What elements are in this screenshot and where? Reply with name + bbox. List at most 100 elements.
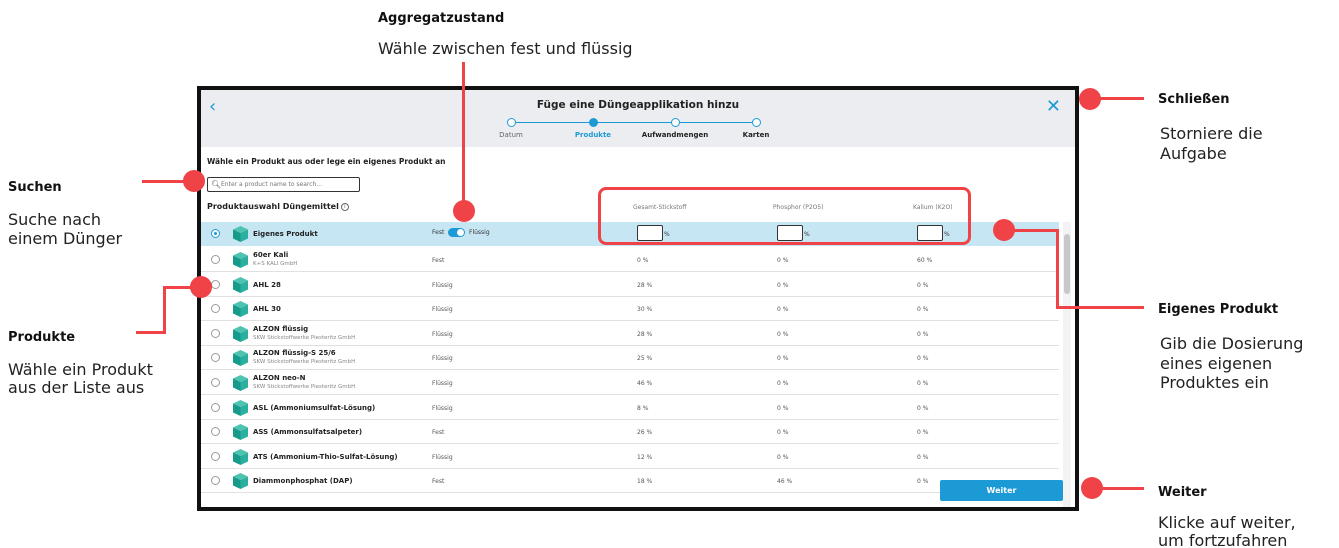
product-manufacturer: K+S KALI GmbH <box>253 261 298 267</box>
annotation-eigenes-produkt-desc-1: Gib die Dosierung <box>1160 334 1304 353</box>
annotation-marker <box>190 276 212 298</box>
product-radio[interactable] <box>211 378 220 387</box>
scrollbar-thumb[interactable] <box>1064 234 1070 294</box>
product-radio[interactable] <box>211 427 220 437</box>
product-name: ALZON flüssig <box>253 324 309 333</box>
close-icon[interactable]: ✕ <box>1046 96 1061 117</box>
product-manufacturer: SKW Stickstoffwerke Piesteritz GmbH <box>253 359 356 366</box>
annotation-line <box>1102 487 1144 490</box>
step-dot-aufwandmengen <box>671 118 680 127</box>
product-row[interactable]: AHL 28 Flüssig 28 % 0 % 0 % <box>201 273 1059 297</box>
product-radio[interactable] <box>211 353 220 363</box>
product-row[interactable]: AHL 30 Flüssig 30 % 0 % 0 % <box>201 297 1059 322</box>
product-package-icon <box>233 301 248 318</box>
product-radio[interactable] <box>211 304 220 314</box>
annotation-marker <box>993 219 1015 241</box>
weiter-button[interactable]: Weiter <box>940 480 1063 501</box>
product-phosphorus: 0 % <box>777 330 789 338</box>
product-potassium: 0 % <box>917 355 929 363</box>
search-icon: 🔍︎ <box>211 180 222 189</box>
info-icon[interactable]: i <box>340 203 349 211</box>
product-row[interactable]: ASS (Ammonsulfatsalpeter) Fest 26 % 0 % 0 % <box>201 420 1059 445</box>
product-name: 60er Kali <box>253 251 289 259</box>
product-package-icon <box>233 276 248 293</box>
product-nitrogen: 28 % <box>637 281 653 289</box>
product-potassium: 0 % <box>917 478 929 486</box>
step-label-datum[interactable]: Datum <box>471 131 551 139</box>
product-nitrogen: 25 % <box>637 355 653 363</box>
search-input[interactable] <box>221 179 357 190</box>
product-radio[interactable] <box>211 476 220 486</box>
product-potassium: 0 % <box>917 380 929 387</box>
product-row[interactable]: ALZON flüssig-S 25/6 SKW Stickstoffwerke … <box>201 346 1059 371</box>
own-product-radio[interactable] <box>211 229 220 238</box>
product-name: AHL 28 <box>253 280 281 289</box>
toggle-switch[interactable] <box>448 228 465 237</box>
step-dot-produkte <box>589 118 598 127</box>
product-manufacturer: SKW Stickstoffwerke Piesteritz GmbH <box>253 334 356 341</box>
product-row[interactable]: ALZON neo-N SKW Stickstoffwerke Piesterit… <box>201 371 1059 395</box>
product-phosphorus: 0 % <box>777 404 789 412</box>
annotation-line <box>1100 97 1144 100</box>
wizard-stepper: Datum Produkte Aufwandmengen Karten <box>495 115 775 143</box>
stepper-line <box>511 122 757 123</box>
toggle-label-fluessig: Flüssig <box>469 229 490 236</box>
product-radio[interactable] <box>211 402 220 412</box>
product-row[interactable]: 60er Kali K+S KALI GmbH Fest 0 % 0 % 60 % <box>201 248 1059 272</box>
annotation-line <box>1056 229 1059 309</box>
product-package-icon <box>233 226 248 242</box>
annotation-produkte-title: Produkte <box>8 330 76 345</box>
product-state: Flüssig <box>432 404 453 412</box>
product-row[interactable]: ALZON flüssig SKW Stickstoffwerke Piester… <box>201 322 1059 346</box>
product-radio[interactable] <box>211 328 220 338</box>
product-potassium: 0 % <box>917 429 929 437</box>
product-phosphorus: 0 % <box>777 429 789 437</box>
product-phosphorus: 0 % <box>777 281 789 289</box>
dialog-title: Füge eine Düngeapplikation hinzu <box>536 99 740 111</box>
product-nitrogen: 28 % <box>637 330 653 338</box>
annotation-eigenes-produkt-desc-2: eines eigenen <box>1160 354 1273 373</box>
product-package-icon <box>233 325 248 342</box>
product-nitrogen: 8 % <box>637 404 649 412</box>
annotation-line <box>1013 229 1059 232</box>
scrollbar[interactable] <box>1063 222 1071 507</box>
product-row[interactable]: ASL (Ammoniumsulfat-Lösung) Flüssig 8 % 0 %… <box>201 396 1059 420</box>
product-radio[interactable] <box>211 279 220 289</box>
annotation-line <box>163 286 191 289</box>
product-list-heading: Produktauswahl Düngemittel i <box>207 202 349 211</box>
annotation-aggregatzustand-title: Aggregatzustand <box>378 11 505 26</box>
product-state: Flüssig <box>432 380 453 387</box>
product-phosphorus: 0 % <box>777 453 789 461</box>
product-phosphorus: 0 % <box>777 306 789 314</box>
product-state: Flüssig <box>432 355 453 363</box>
annotation-line <box>1056 306 1144 309</box>
annotation-produkte-desc-2: aus der Liste aus <box>8 378 145 397</box>
search-box[interactable]: 🔍︎ <box>207 177 360 192</box>
annotation-eigenes-produkt-title: Eigenes Produkt <box>1158 302 1279 317</box>
product-state: Flüssig <box>432 453 453 461</box>
state-toggle[interactable]: Fest Flüssig <box>432 228 490 237</box>
product-state: Flüssig <box>432 281 453 289</box>
product-name: ASL (Ammoniumsulfat-Lösung) <box>253 403 376 412</box>
step-label-karten[interactable]: Karten <box>716 131 796 139</box>
annotation-marker <box>1079 88 1101 110</box>
annotation-suchen-title: Suchen <box>8 180 62 195</box>
step-label-aufwandmengen[interactable]: Aufwandmengen <box>635 131 715 139</box>
step-dot-karten <box>752 118 761 127</box>
product-state: Fest <box>432 257 445 264</box>
product-radio[interactable] <box>211 451 220 461</box>
annotation-line <box>462 62 465 202</box>
product-state: Flüssig <box>432 330 453 338</box>
annotation-line <box>136 331 166 334</box>
product-row[interactable]: ATS (Ammonium-Thio-Sulfat-Lösung) Flüssig… <box>201 445 1059 469</box>
dialog-window: ‹ Füge eine Düngeapplikation hinzu ✕ Dat… <box>197 86 1079 511</box>
product-row[interactable]: Diammonphosphat (DAP) Fest 18 % 46 % 0 % <box>201 469 1059 494</box>
annotation-marker <box>183 170 205 192</box>
step-label-produkte[interactable]: Produkte <box>553 131 633 139</box>
product-phosphorus: 46 % <box>777 478 793 486</box>
product-state: Fest <box>432 478 445 486</box>
product-state: Fest <box>432 429 445 437</box>
product-radio[interactable] <box>211 255 220 264</box>
annotation-eigenes-produkt-desc-3: Produktes ein <box>1160 373 1269 392</box>
product-potassium: 0 % <box>917 306 929 314</box>
